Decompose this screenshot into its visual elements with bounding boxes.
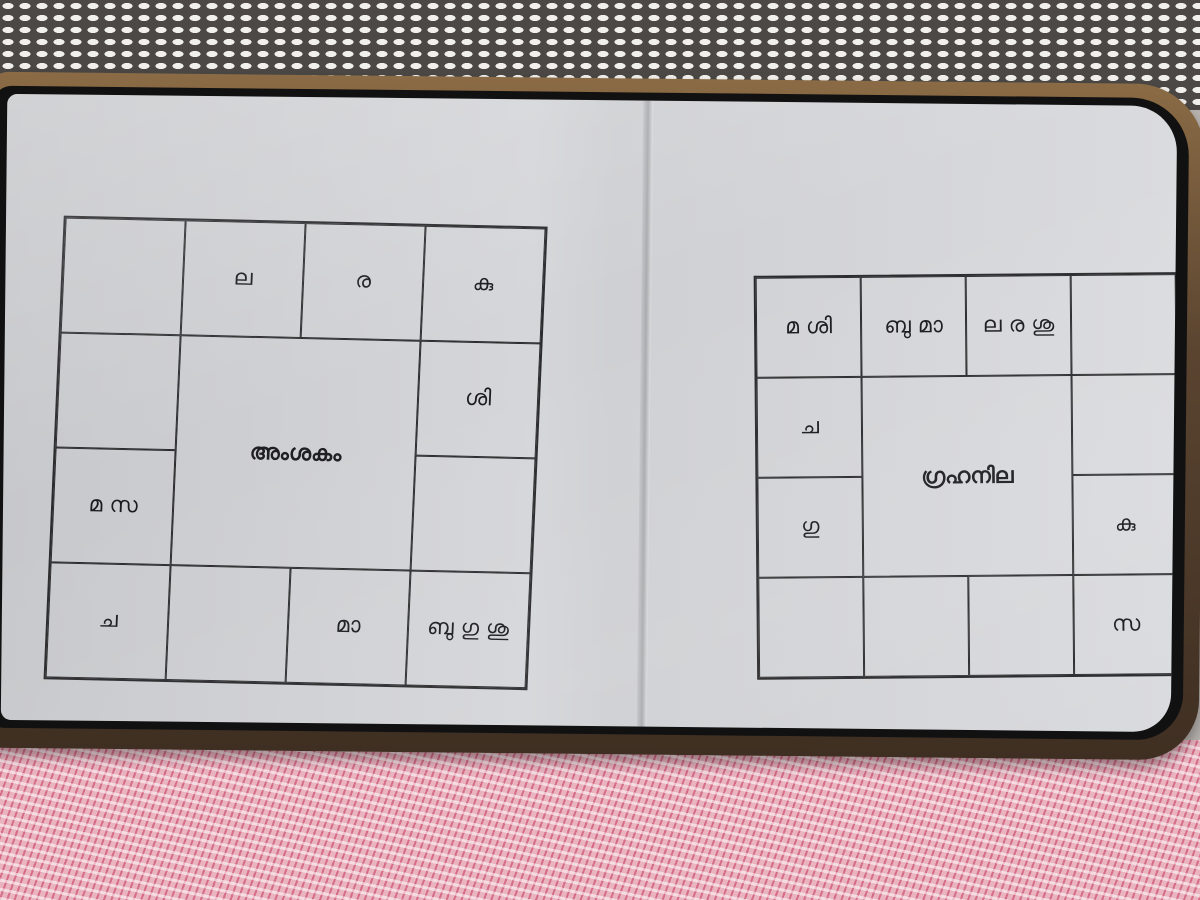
chart-cell: ബു ഗു ശു (405, 570, 531, 689)
chart-cell: ച (756, 376, 863, 478)
chart-cell (60, 217, 186, 336)
chart-cell: സ (1073, 574, 1178, 676)
photo-display: ല ര കു അംശകം ശി മ സ ച മാ ബു ഗു ശു മ ശി ബ… (0, 93, 1178, 733)
chart-cell (1071, 374, 1178, 476)
chart-cell: ല ര ശു (965, 275, 1072, 376)
chart-cell (863, 575, 970, 677)
grahanila-chart: മ ശി ബു മാ ല ര ശു ച ഗ്രഹനില ഗു കു സ (753, 272, 1178, 680)
chart-cell: മാ (285, 567, 411, 686)
chart-cell: ച (45, 562, 171, 681)
chart-cell (758, 576, 865, 678)
chart-cell (1070, 274, 1177, 376)
chart-cell: ര (300, 223, 426, 341)
phone-screen-bezel: ല ര കു അംശകം ശി മ സ ച മാ ബു ഗു ശു മ ശി ബ… (0, 85, 1190, 741)
chart-cell: ഗു (757, 476, 864, 578)
page-fold (636, 100, 654, 727)
chart-title: അംശകം (170, 335, 421, 571)
chart-title: ഗ്രഹനില (861, 375, 1074, 577)
chart-cell: കു (420, 225, 546, 344)
amshakam-chart: ല ര കു അംശകം ശി മ സ ച മാ ബു ഗു ശു (43, 215, 548, 691)
chart-cell (410, 455, 536, 574)
chart-cell: ല (180, 220, 306, 338)
phone-frame: ല ര കു അംശകം ശി മ സ ച മാ ബു ഗു ശു മ ശി ബ… (0, 71, 1200, 761)
chart-cell: മ ശി (755, 276, 862, 378)
fabric-background-bottom (0, 740, 1200, 900)
chart-cell: മ സ (50, 447, 176, 566)
chart-cell: ബു മാ (860, 275, 967, 377)
chart-cell: ശി (415, 340, 541, 459)
chart-cell (165, 565, 291, 683)
chart-cell (55, 332, 181, 451)
chart-cell: കു (1072, 474, 1178, 576)
chart-cell (968, 575, 1075, 676)
